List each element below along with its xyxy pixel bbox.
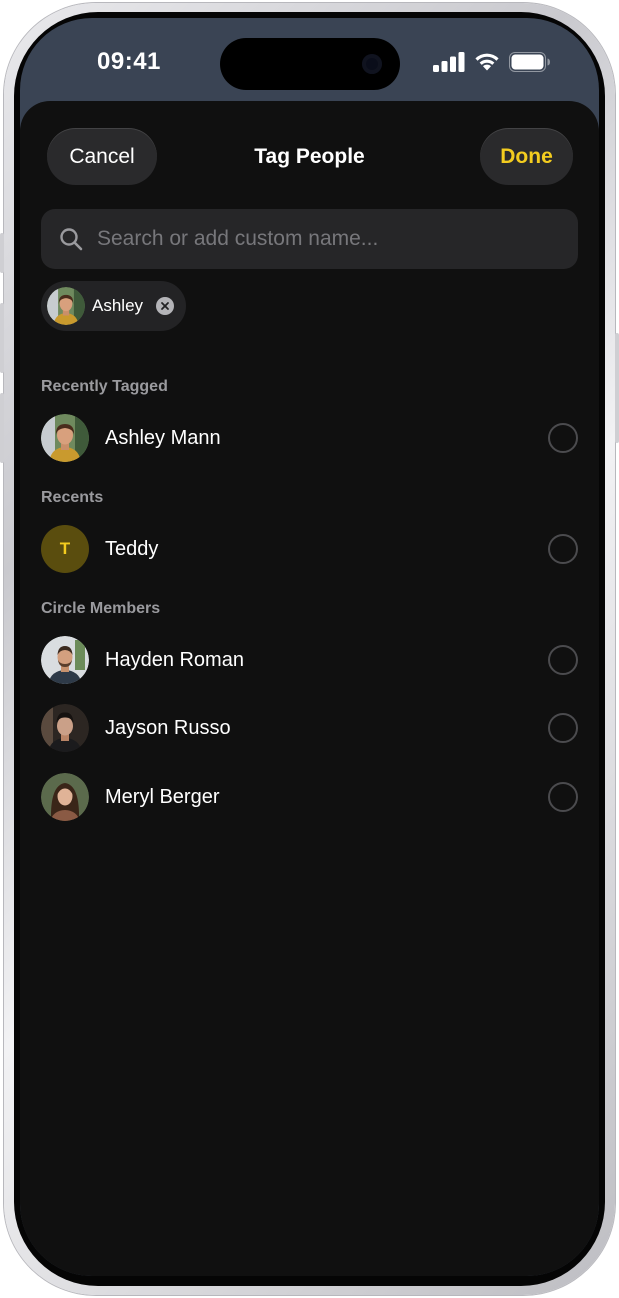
search-bar[interactable] bbox=[41, 209, 578, 269]
cellular-signal-icon bbox=[433, 51, 465, 72]
select-radio[interactable] bbox=[548, 782, 578, 812]
close-icon[interactable] bbox=[156, 297, 174, 315]
person-row-hayden-roman[interactable]: Hayden Roman bbox=[20, 630, 599, 690]
wifi-icon bbox=[475, 53, 499, 71]
avatar: T bbox=[41, 525, 89, 573]
volume-down-button bbox=[0, 393, 4, 463]
battery-icon bbox=[509, 51, 550, 72]
select-radio[interactable] bbox=[548, 534, 578, 564]
avatar bbox=[41, 636, 89, 684]
person-name: Jayson Russo bbox=[105, 717, 231, 739]
person-row-teddy[interactable]: T Teddy bbox=[20, 519, 599, 579]
select-radio[interactable] bbox=[548, 645, 578, 675]
done-button[interactable]: Done bbox=[480, 128, 573, 185]
avatar bbox=[41, 704, 89, 752]
person-name: Hayden Roman bbox=[105, 649, 244, 671]
person-name: Meryl Berger bbox=[105, 786, 220, 808]
status-bar: 09:41 bbox=[20, 18, 599, 104]
status-icons bbox=[433, 51, 551, 72]
search-input[interactable] bbox=[97, 209, 557, 269]
dynamic-island bbox=[220, 38, 400, 90]
action-button bbox=[0, 233, 4, 273]
status-time: 09:41 bbox=[97, 48, 161, 75]
avatar bbox=[41, 773, 89, 821]
select-radio[interactable] bbox=[548, 713, 578, 743]
person-row-jayson-russo[interactable]: Jayson Russo bbox=[20, 698, 599, 758]
avatar bbox=[47, 287, 85, 325]
front-camera bbox=[362, 54, 382, 74]
section-header-circle-members: Circle Members bbox=[41, 600, 161, 617]
volume-up-button bbox=[0, 303, 4, 373]
tag-people-sheet: Cancel Tag People Done Search or add cus… bbox=[20, 101, 599, 1276]
chip-label: Ashley bbox=[92, 296, 144, 315]
side-button bbox=[615, 333, 619, 443]
person-name: Teddy bbox=[105, 538, 159, 560]
person-row-ashley-mann[interactable]: Ashley Mann bbox=[20, 408, 599, 468]
person-name: Ashley Mann bbox=[105, 427, 221, 449]
selected-person-chip[interactable]: Ashley bbox=[41, 281, 186, 331]
phone-screen: 09:41 Cancel Tag People Done Search or a… bbox=[20, 18, 599, 1276]
search-icon bbox=[60, 228, 83, 251]
section-header-recently-tagged: Recently Tagged bbox=[41, 378, 168, 395]
select-radio[interactable] bbox=[548, 423, 578, 453]
avatar bbox=[41, 414, 89, 462]
section-header-recents: Recents bbox=[41, 489, 104, 506]
person-row-meryl-berger[interactable]: Meryl Berger bbox=[20, 767, 599, 827]
